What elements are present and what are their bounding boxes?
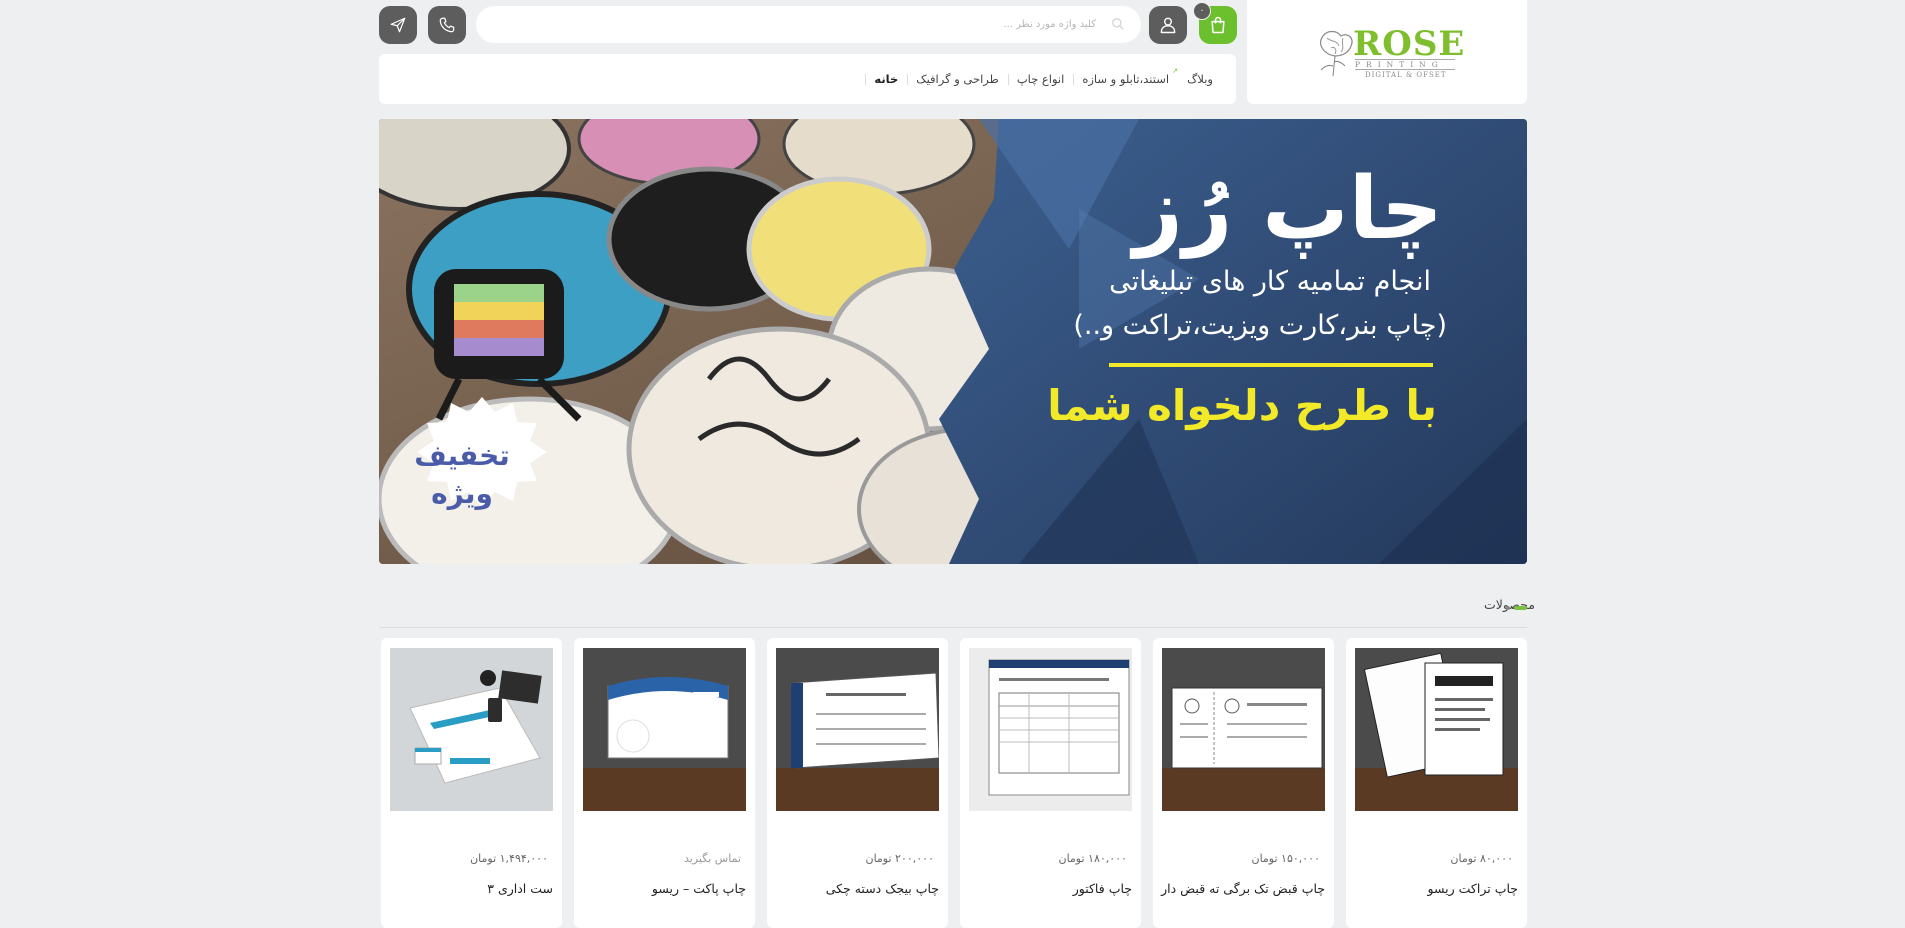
product-price: ۱,۴۹۴,۰۰۰ تومان [470, 852, 548, 865]
phone-icon [439, 17, 455, 33]
product-card[interactable]: تماس بگیرید چاپ پاکت – ریسو [574, 638, 755, 928]
site-logo[interactable]: ROSE PRINTING DIGITAL & OFSET [1313, 22, 1466, 80]
send-icon [390, 17, 406, 33]
nav-item-blog[interactable]: وبلاگ ↗ [1172, 67, 1222, 86]
phone-button[interactable] [428, 6, 466, 44]
product-price: ۱۵۰,۰۰۰ تومان [1251, 852, 1320, 865]
envelope-image [583, 648, 746, 811]
section-divider [379, 627, 1527, 628]
section-decoration-icon [1506, 606, 1527, 610]
product-image[interactable] [1162, 648, 1325, 811]
product-name[interactable]: چاپ فاکتور [1073, 881, 1132, 896]
cart-count-badge: ۰ [1193, 2, 1211, 20]
product-image[interactable] [969, 648, 1132, 811]
nav-item-blog-label: وبلاگ [1187, 72, 1213, 86]
search-input[interactable] [476, 6, 1141, 43]
search-bar [476, 6, 1141, 43]
product-card[interactable]: ۱۵۰,۰۰۰ تومان چاپ قبض تک برگی ته قبض دار [1153, 638, 1334, 928]
flyers-image [1355, 648, 1518, 811]
banner-slogan: با طرح دلخواه شما [1047, 381, 1437, 430]
external-link-icon: ↗ [1172, 67, 1178, 75]
rose-flower-icon [1320, 30, 1353, 77]
receipt-image [1162, 648, 1325, 811]
product-price: ۸۰,۰۰۰ تومان [1450, 852, 1513, 865]
logo-tagline: DIGITAL & OFSET [1365, 71, 1447, 79]
banner-services: (چاپ بنر،کارت ویزیت،تراکت و..) [1073, 310, 1447, 341]
product-price: ۲۰۰,۰۰۰ تومان [865, 852, 934, 865]
hero-banner[interactable]: چاپ رُز انجام تمامیه کار های تبلیغاتی (چ… [379, 119, 1527, 564]
product-image[interactable] [776, 648, 939, 811]
product-name[interactable]: چاپ تراکت ریسو [1428, 881, 1518, 896]
discount-badge: تخفیف ویژه [399, 437, 525, 513]
product-price: ۱۸۰,۰۰۰ تومان [1058, 852, 1127, 865]
product-image[interactable] [390, 648, 553, 811]
main-navigation: خانه طراحی و گرافیک انواع چاپ استند،تابل… [379, 54, 1236, 104]
logo-wordmark: ROSE [1353, 24, 1466, 64]
nav-item-design[interactable]: طراحی و گرافیک [907, 72, 1008, 86]
product-card[interactable]: ۱,۴۹۴,۰۰۰ تومان ست اداری ۳ [381, 638, 562, 928]
banner-subtitle: انجام تمامیه کار های تبلیغاتی [1109, 266, 1431, 297]
checkbook-image [776, 648, 939, 811]
invoice-image [969, 648, 1132, 811]
product-price: تماس بگیرید [683, 852, 741, 865]
account-button[interactable] [1149, 6, 1187, 44]
banner-title: چاپ رُز [1133, 159, 1443, 259]
product-name[interactable]: چاپ پاکت – ریسو [652, 881, 746, 896]
telegram-button[interactable] [379, 6, 417, 44]
product-card[interactable]: ۲۰۰,۰۰۰ تومان چاپ بیجک دسته چکی [767, 638, 948, 928]
office-set-image [390, 648, 553, 811]
product-name[interactable]: ست اداری ۳ [487, 881, 553, 896]
shopping-bag-icon [1211, 16, 1225, 34]
product-card[interactable]: ۱۸۰,۰۰۰ تومان چاپ فاکتور [960, 638, 1141, 928]
banner-divider [1109, 363, 1433, 367]
nav-item-stands[interactable]: استند،تابلو و سازه [1073, 72, 1178, 86]
logo-panel: ROSE PRINTING DIGITAL & OFSET [1247, 0, 1527, 104]
discount-badge-line2: ویژه [431, 477, 493, 510]
product-name[interactable]: چاپ قبض تک برگی ته قبض دار [1161, 881, 1325, 896]
nav-item-print-types[interactable]: انواع چاپ [1007, 72, 1074, 86]
nav-item-home[interactable]: خانه [865, 72, 907, 86]
product-image[interactable] [1355, 648, 1518, 811]
user-icon [1160, 17, 1176, 34]
logo-subtitle: PRINTING [1355, 59, 1455, 70]
search-icon[interactable] [1111, 17, 1125, 31]
product-name[interactable]: چاپ بیجک دسته چکی [826, 881, 939, 896]
product-card[interactable]: ۸۰,۰۰۰ تومان چاپ تراکت ریسو [1346, 638, 1527, 928]
product-image[interactable] [583, 648, 746, 811]
discount-badge-line1: تخفیف [414, 439, 510, 472]
